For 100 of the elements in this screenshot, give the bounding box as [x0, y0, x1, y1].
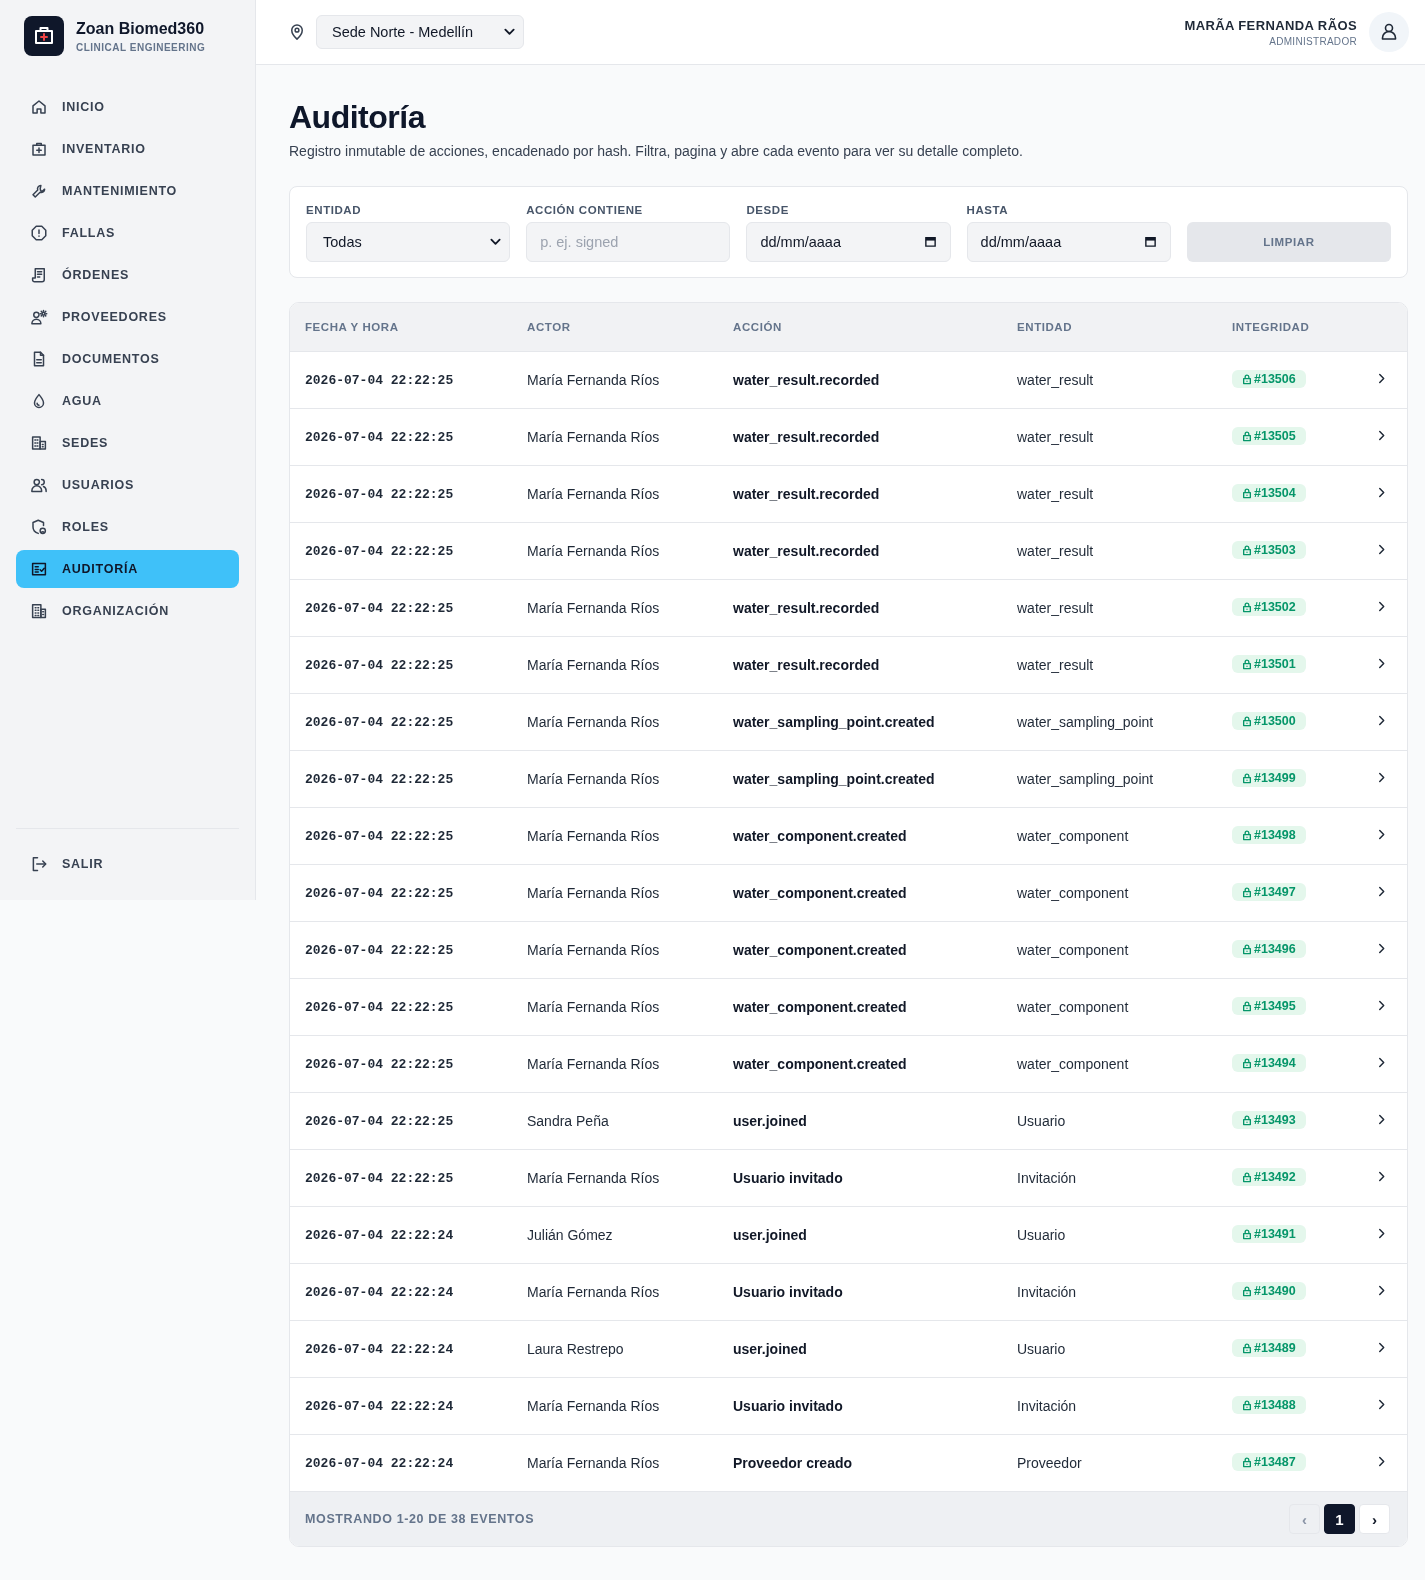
page-description: Registro inmutable de acciones, encadenado por hash. Filtra, pagina y abre cada evento para ver su detalle completo.: [289, 142, 1024, 161]
nav-item[interactable]: FALLAS: [16, 214, 239, 252]
nav-item[interactable]: ORGANIZACIÓN: [16, 592, 239, 630]
record-number: #13487: [1254, 1455, 1296, 1469]
logout-button[interactable]: SALIR: [16, 845, 239, 883]
table-cell-text: María Fernanda Ríos: [527, 885, 661, 901]
table-cell-text: 2026-07-04 22:22:25: [305, 885, 455, 901]
chevron-right-icon: [1378, 828, 1385, 840]
date-field[interactable]: dd/mm/aaaa: [966, 222, 1171, 262]
table-cell-text: 2026-07-04 22:22:25: [305, 942, 455, 958]
nav-item[interactable]: ROLES: [16, 508, 239, 546]
record-number: #13502: [1254, 600, 1296, 614]
table-cell-text: water_result: [1017, 372, 1095, 388]
calendar-icon[interactable]: [1143, 235, 1157, 248]
lock-icon: [1242, 430, 1252, 442]
avatar-icon[interactable]: [1369, 12, 1409, 52]
lock-icon: [1242, 886, 1252, 898]
table-cell-text: Proveedor creado: [733, 1455, 854, 1471]
table-cell-text: water_result.recorded: [733, 600, 881, 616]
record-number: #13489: [1254, 1341, 1296, 1355]
lock-icon: [1242, 1057, 1252, 1069]
checklist-icon: [30, 560, 48, 578]
table-cell-text: 2026-07-04 22:22:25: [305, 714, 455, 730]
table-cell-text: María Fernanda Ríos: [527, 1056, 661, 1072]
table-cell-text: Proveedor: [1017, 1455, 1083, 1471]
table-cell-text: water_result: [1017, 543, 1095, 559]
table-cell-text: user.joined: [733, 1113, 808, 1129]
lock-icon: [1242, 1114, 1252, 1126]
chevron-right-icon: [1378, 657, 1385, 669]
chevron-right-icon: [1378, 942, 1385, 954]
table-cell-text: water_result.recorded: [733, 486, 881, 502]
table-cell-text: 2026-07-04 22:22:25: [305, 771, 455, 787]
lock-icon: [1242, 1399, 1252, 1411]
table-cell-text: María Fernanda Ríos: [527, 1284, 661, 1300]
nav-item[interactable]: AUDITORÍA: [16, 550, 239, 588]
nav-item[interactable]: MANTENIMIENTO: [16, 172, 239, 210]
date-field[interactable]: dd/mm/aaaa: [746, 222, 951, 262]
calendar-icon[interactable]: [923, 235, 937, 248]
table-cell-text: Invitación: [1017, 1284, 1078, 1300]
nav-item[interactable]: INVENTARIO: [16, 130, 239, 168]
table-cell-text: 2026-07-04 22:22:24: [305, 1398, 455, 1414]
chevron-right-icon: [1378, 486, 1385, 498]
nav-item[interactable]: ÓRDENES: [16, 256, 239, 294]
table-cell-text: 2026-07-04 22:22:25: [305, 543, 455, 559]
chevron-right-icon: [1378, 600, 1385, 612]
next-page-button[interactable]: ›: [1359, 1504, 1390, 1534]
table-cell-text: María Fernanda Ríos: [527, 543, 661, 559]
table-cell-text: water_result: [1017, 486, 1095, 502]
chevron-right-icon: [1378, 1455, 1385, 1467]
table-cell-text: water_sampling_point: [1017, 771, 1155, 787]
table-cell-text: user.joined: [733, 1341, 808, 1357]
shield-user-icon: [30, 518, 48, 536]
chevron-right-icon: [1378, 1056, 1385, 1068]
table-cell-text: water_component: [1017, 1056, 1130, 1072]
record-number: #13503: [1254, 543, 1296, 557]
table-cell-text: water_component.created: [733, 942, 908, 958]
chevron-right-icon: [1378, 714, 1385, 726]
record-number: #13499: [1254, 771, 1296, 785]
table-cell-text: Usuario invitado: [733, 1170, 844, 1186]
table-cell-text: 2026-07-04 22:22:25: [305, 1170, 455, 1186]
table-cell-text: Julián Gómez: [527, 1227, 614, 1243]
lock-icon: [1242, 715, 1252, 727]
lock-icon: [1242, 1456, 1252, 1468]
table-cell-text: María Fernanda Ríos: [527, 771, 661, 787]
lock-icon: [1242, 1000, 1252, 1012]
page-title: Auditoría: [289, 98, 427, 137]
nav-item[interactable]: AGUA: [16, 382, 239, 420]
nav-item[interactable]: SEDES: [16, 424, 239, 462]
table-cell-text: 2026-07-04 22:22:24: [305, 1455, 455, 1471]
users-icon: [30, 476, 48, 494]
record-number: #13500: [1254, 714, 1296, 728]
nav-item[interactable]: PROVEEDORES: [16, 298, 239, 336]
table-cell-text: María Fernanda Ríos: [527, 828, 661, 844]
lock-icon: [1242, 943, 1252, 955]
record-number: #13495: [1254, 999, 1296, 1013]
table-cell-text: water_result.recorded: [733, 657, 881, 673]
caret-icon: [490, 238, 502, 246]
chevron-right-icon: [1378, 429, 1385, 441]
table-cell-text: María Fernanda Ríos: [527, 714, 661, 730]
column-header: ACCIÓN: [733, 321, 783, 333]
table-cell-text: María Fernanda Ríos: [527, 429, 661, 445]
search-field[interactable]: p. ej. signed: [526, 222, 731, 262]
record-number: #13501: [1254, 657, 1296, 671]
nav-item[interactable]: INICIO: [16, 88, 239, 126]
table-cell-text: 2026-07-04 22:22:24: [305, 1284, 455, 1300]
site-select[interactable]: Sede Norte - Medellín: [316, 15, 524, 49]
entity-select[interactable]: Todas: [306, 222, 511, 262]
receipt-icon: [30, 266, 48, 284]
user-role: ADMINISTRADOR: [1269, 35, 1357, 47]
location-pin-icon: [288, 23, 306, 41]
record-number: #13494: [1254, 1056, 1296, 1070]
brand-tagline: CLINICAL ENGINEERING: [76, 42, 206, 53]
column-header: ENTIDAD: [1017, 321, 1074, 333]
nav-item[interactable]: DOCUMENTOS: [16, 340, 239, 378]
page-button[interactable]: 1: [1324, 1504, 1355, 1534]
chevron-right-icon: [1378, 1341, 1385, 1353]
record-number: #13488: [1254, 1398, 1296, 1412]
nav-item[interactable]: USUARIOS: [16, 466, 239, 504]
table-cell-text: water_result.recorded: [733, 543, 881, 559]
logout-icon: [30, 855, 48, 873]
